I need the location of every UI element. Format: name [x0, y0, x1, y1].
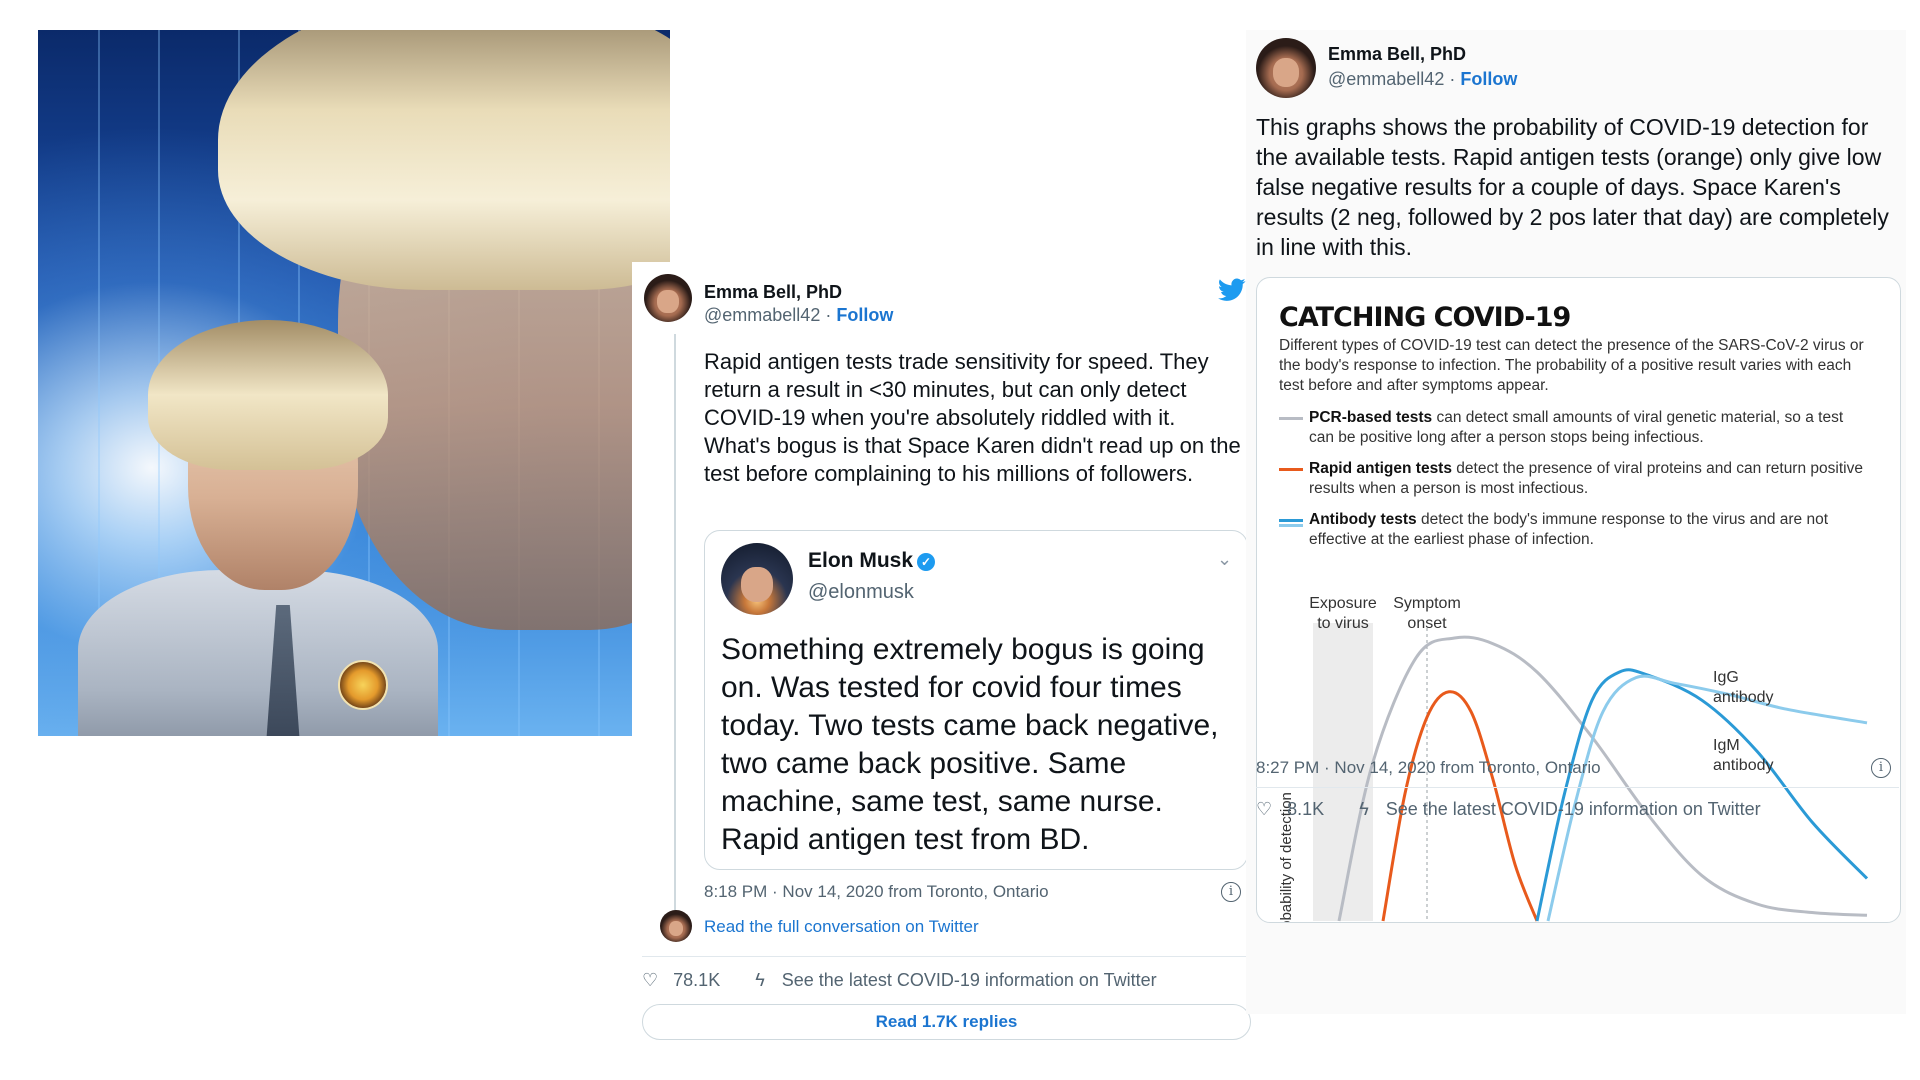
- quoted-author-avatar[interactable]: [721, 543, 793, 615]
- quoted-author-handle[interactable]: @elonmusk: [808, 581, 914, 604]
- info-icon[interactable]: i: [1871, 758, 1891, 778]
- tweet-text: Rapid antigen tests trade sensitivity fo…: [704, 349, 1241, 486]
- covid-info-link[interactable]: See the latest COVID-19 information on T…: [782, 970, 1157, 990]
- quoted-author-row: Elon Musk ✓: [808, 549, 936, 573]
- lightning-icon: ϟ: [1359, 799, 1369, 819]
- igg-label-1: IgG: [1713, 669, 1739, 686]
- badge-icon: [338, 660, 388, 710]
- tweet-timestamp[interactable]: 8:27 PM · Nov 14, 2020 from Toronto, Ont…: [1256, 758, 1601, 778]
- read-conversation-link[interactable]: Read the full conversation on Twitter: [704, 917, 979, 937]
- quoted-author-name[interactable]: Elon Musk: [808, 549, 913, 572]
- author-avatar[interactable]: [644, 274, 692, 322]
- series-line-igm-antibody: [1535, 668, 1869, 922]
- info-icon[interactable]: i: [1221, 882, 1241, 902]
- twitter-bird-icon[interactable]: [1218, 278, 1246, 302]
- read-replies-button[interactable]: Read 1.7K replies: [642, 1004, 1251, 1040]
- exposure-label-2: to virus: [1317, 615, 1369, 632]
- heart-icon[interactable]: ♡: [1256, 799, 1272, 820]
- symptom-label-2: onset: [1407, 615, 1447, 632]
- action-row: ♡ 8.1K ϟ See the latest COVID-19 informa…: [1256, 799, 1761, 820]
- follow-button[interactable]: Follow: [1460, 69, 1517, 89]
- embedded-tweet: Emma Bell, PhD @emmabell42 · Follow Rapi…: [632, 262, 1257, 1052]
- heart-icon[interactable]: ♡: [642, 970, 658, 991]
- chart-card[interactable]: CATCHING COVID-19 Different types of COV…: [1256, 277, 1901, 923]
- chevron-down-icon[interactable]: ⌄: [1217, 549, 1232, 570]
- follow-button[interactable]: Follow: [836, 305, 893, 325]
- igm-label-1: IgM: [1713, 737, 1740, 754]
- tweet-timestamp[interactable]: 8:18 PM · Nov 14, 2020 from Toronto, Ont…: [704, 882, 1049, 902]
- series-line-pcr-based-tests: [1337, 635, 1868, 922]
- author-name[interactable]: Emma Bell, PhD: [1328, 44, 1466, 65]
- author-avatar[interactable]: [1256, 38, 1316, 98]
- like-count[interactable]: 8.1K: [1287, 799, 1324, 819]
- author-handle[interactable]: @emmabell42: [704, 305, 820, 325]
- embedded-tweet-chart: Emma Bell, PhD @emmabell42 · Follow This…: [1246, 30, 1906, 1014]
- verified-badge-icon: ✓: [917, 553, 936, 571]
- igm-label-2: antibody: [1713, 757, 1774, 774]
- tweet-text: This graphs shows the probability of COV…: [1256, 114, 1889, 260]
- detection-chart: Exposure to virus Symptom onset Probabil…: [1278, 595, 1869, 922]
- meme-image: [38, 30, 670, 736]
- conversation-avatar: [660, 910, 692, 942]
- covid-info-link[interactable]: See the latest COVID-19 information on T…: [1386, 799, 1761, 819]
- symptom-label-1: Symptom: [1393, 595, 1461, 612]
- quoted-tweet[interactable]: Elon Musk ✓ @elonmusk ⌄ Something extreme…: [704, 530, 1248, 870]
- lightning-icon: ϟ: [755, 970, 765, 990]
- author-handle-row: @emmabell42 · Follow: [1328, 69, 1518, 89]
- author-handle[interactable]: @emmabell42: [1328, 69, 1444, 89]
- action-row: ♡ 78.1K ϟ See the latest COVID-19 inform…: [642, 970, 1157, 991]
- exposure-label-1: Exposure: [1309, 595, 1377, 612]
- igg-label-2: antibody: [1713, 689, 1774, 706]
- like-count[interactable]: 78.1K: [673, 970, 720, 990]
- quoted-tweet-text: Something extremely bogus is going on. W…: [721, 633, 1219, 856]
- author-name[interactable]: Emma Bell, PhD: [704, 282, 842, 303]
- author-handle-row: @emmabell42 · Follow: [704, 305, 894, 325]
